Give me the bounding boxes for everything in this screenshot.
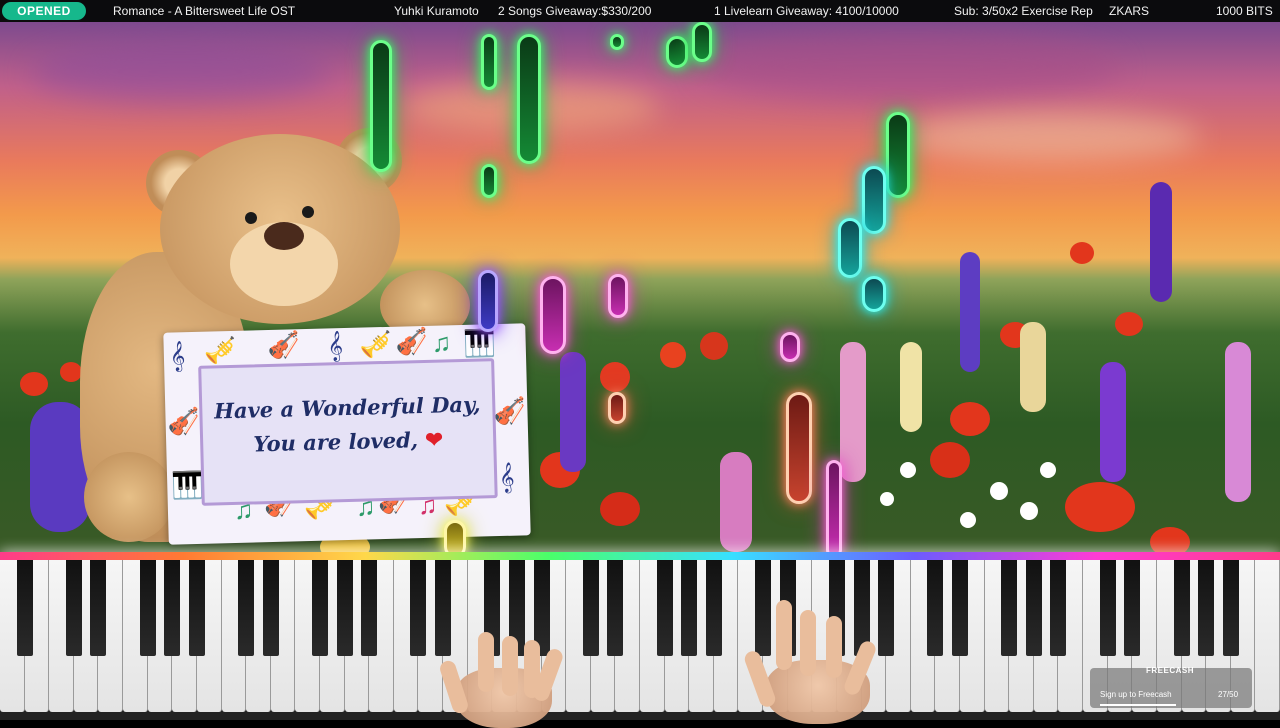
- piano-icon: 🎹: [170, 469, 205, 501]
- black-key[interactable]: [90, 560, 107, 656]
- black-key[interactable]: [361, 560, 378, 656]
- black-key[interactable]: [1173, 560, 1190, 656]
- black-key[interactable]: [607, 560, 624, 656]
- black-key[interactable]: [410, 560, 427, 656]
- falling-note: [666, 36, 688, 68]
- black-key[interactable]: [312, 560, 328, 656]
- falling-note: [478, 270, 498, 332]
- black-key[interactable]: [262, 560, 279, 656]
- black-key[interactable]: [139, 560, 156, 656]
- violin-icon: 🎻: [167, 405, 201, 437]
- violin-icon: 🎻: [493, 395, 527, 427]
- bear-eye-left: [245, 212, 257, 224]
- treble-clef-icon: 𝄞: [169, 340, 186, 371]
- background-scene: 𝄞 🎺 🎻 𝄞 🎺 🎻 ♫ 🎹 🎻 🎻 🎹 ♫ 🎻 🎺 ♫ 🎻 ♫ 🎺 𝄞 Ha…: [0, 22, 1280, 558]
- sign-line-2: You are loved, ❤: [203, 425, 494, 458]
- black-key[interactable]: [16, 560, 33, 656]
- freecash-overlay[interactable]: FREECASH Sign up to Freecash 27/50: [1090, 666, 1252, 708]
- falling-note: [540, 276, 566, 354]
- freecash-progress: 27/50: [1218, 690, 1239, 699]
- black-key[interactable]: [952, 560, 968, 656]
- right-hand-finger: [826, 616, 842, 678]
- piano-keyboard: [0, 560, 1280, 720]
- cloud: [30, 42, 330, 102]
- freecash-cta[interactable]: Sign up to Freecash: [1100, 690, 1172, 699]
- falling-note: [481, 164, 497, 198]
- bear-nose: [264, 222, 304, 250]
- left-hand-finger: [478, 632, 494, 692]
- bear-eye-right: [302, 206, 314, 218]
- falling-note: [610, 34, 624, 50]
- black-key[interactable]: [1050, 560, 1067, 656]
- black-key[interactable]: [1124, 560, 1141, 656]
- channel-name: ZKARS: [1109, 4, 1150, 18]
- trumpet-icon: 🎺: [359, 328, 393, 360]
- opened-badge: OPENED: [2, 2, 86, 20]
- black-key[interactable]: [681, 560, 698, 656]
- sub-goal-counter: Sub: 3/50x2 Exercise Rep: [954, 4, 1093, 18]
- bits-counter: 1000 BITS: [1216, 4, 1273, 18]
- black-key[interactable]: [582, 560, 599, 656]
- trumpet-icon: 🎺: [203, 334, 237, 366]
- treble-clef-icon: 𝄞: [327, 330, 344, 361]
- falling-note: [826, 460, 842, 558]
- livelearn-giveaway-counter: 1 Livelearn Giveaway: 4100/10000: [714, 4, 899, 18]
- black-key[interactable]: [656, 560, 673, 656]
- black-key[interactable]: [878, 560, 895, 656]
- falling-note: [692, 22, 712, 62]
- falling-note: [517, 34, 541, 164]
- heart-icon: ❤: [425, 426, 444, 452]
- cloud: [900, 112, 1200, 162]
- falling-note: [786, 392, 812, 504]
- black-key[interactable]: [336, 560, 353, 656]
- falling-note: [862, 276, 886, 312]
- falling-note: [370, 40, 392, 172]
- sign-line-1: Have a Wonderful Day,: [213, 391, 481, 424]
- sign-message-panel: Have a Wonderful Day, You are loved, ❤: [198, 358, 498, 506]
- falling-note: [862, 166, 886, 234]
- piano-icon: 🎹: [463, 328, 497, 359]
- black-key[interactable]: [755, 560, 772, 656]
- black-key[interactable]: [1198, 560, 1215, 656]
- black-key[interactable]: [188, 560, 205, 656]
- white-key[interactable]: [1255, 560, 1280, 712]
- falling-note: [608, 274, 628, 318]
- treble-clef-icon: 𝄞: [498, 461, 515, 493]
- cloud: [700, 32, 1120, 102]
- black-key[interactable]: [927, 560, 944, 656]
- violin-icon: 🎻: [395, 325, 429, 357]
- artist-name: Yuhki Kuramoto: [394, 4, 479, 18]
- black-key[interactable]: [1001, 560, 1018, 656]
- keyboard-glow-line: [0, 552, 1280, 560]
- freecash-progress-bar: [1100, 704, 1176, 706]
- falling-note: [481, 34, 497, 90]
- greeting-sign: 𝄞 🎺 🎻 𝄞 🎺 🎻 ♫ 🎹 🎻 🎻 🎹 ♫ 🎻 🎺 ♫ 🎻 ♫ 🎺 𝄞 Ha…: [163, 323, 531, 545]
- song-title: Romance - A Bittersweet Life OST: [113, 4, 296, 18]
- left-hand-finger: [502, 636, 518, 696]
- falling-note: [608, 392, 626, 424]
- black-key[interactable]: [705, 560, 722, 656]
- songs-giveaway-counter: 2 Songs Giveaway:$330/200: [498, 4, 652, 18]
- black-key[interactable]: [435, 560, 452, 656]
- black-key[interactable]: [1025, 560, 1042, 656]
- violin-icon: 🎻: [267, 329, 301, 361]
- sign-line-2-text: You are loved,: [253, 426, 426, 457]
- falling-note: [838, 218, 862, 278]
- music-note-icon: ♫: [431, 327, 452, 358]
- black-key[interactable]: [1099, 560, 1116, 656]
- right-hand-finger: [800, 610, 816, 676]
- black-key[interactable]: [65, 560, 82, 656]
- black-key[interactable]: [1222, 560, 1239, 656]
- right-hand-finger: [776, 600, 792, 670]
- falling-note: [780, 332, 800, 362]
- bear-foot-left: [84, 452, 174, 542]
- black-key[interactable]: [238, 560, 255, 656]
- falling-note: [886, 112, 910, 198]
- stream-info-bar: OPENED Romance - A Bittersweet Life OST …: [0, 0, 1280, 22]
- black-key[interactable]: [164, 560, 181, 656]
- freecash-logo: FREECASH: [1146, 666, 1195, 675]
